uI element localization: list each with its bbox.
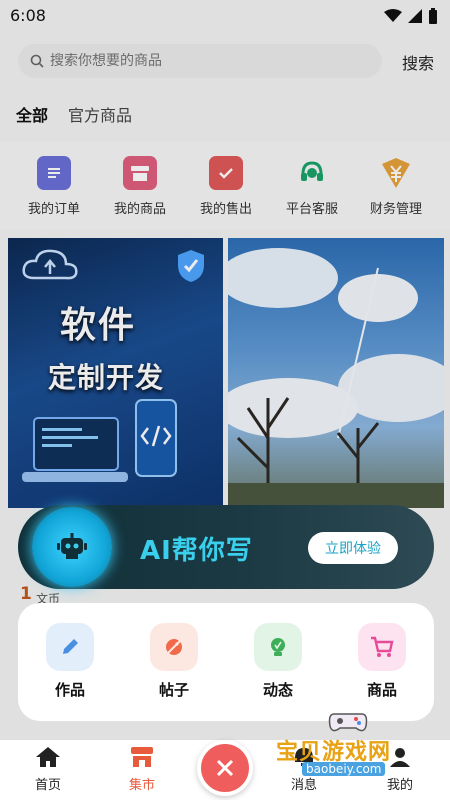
nav-home[interactable]: 首页 [18, 746, 78, 793]
nav-label: 首页 [34, 778, 61, 793]
market-icon [131, 747, 153, 767]
create-label: 帖子 [158, 681, 189, 699]
robot-icon [57, 533, 87, 559]
cart-icon [358, 623, 406, 671]
close-icon [216, 759, 234, 777]
try-now-button[interactable]: 立即体验 [308, 532, 398, 564]
market-page: 6:08 搜索 全部 官方商品 我的订单 我的商品 [0, 0, 450, 800]
home-icon [36, 747, 60, 767]
watermark: 宝贝游戏网 baobeiy.com [270, 708, 420, 788]
create-label: 商品 [366, 681, 397, 699]
create-label: 作品 [54, 681, 85, 699]
ai-banner-title: AI帮你写 [140, 536, 253, 566]
create-product[interactable]: 商品 [342, 623, 422, 700]
tag-icon [150, 623, 198, 671]
close-create-menu-button[interactable] [197, 740, 253, 796]
ai-write-banner[interactable]: AI帮你写 立即体验 [18, 505, 434, 589]
gamepad-icon [328, 713, 368, 732]
pencil-icon [46, 623, 94, 671]
create-label: 动态 [262, 681, 293, 699]
create-menu: 作品 帖子 动态 商品 [18, 603, 434, 721]
create-post[interactable]: 帖子 [134, 623, 214, 700]
ai-avatar [32, 507, 112, 587]
nav-label: 集市 [128, 778, 155, 793]
lightbulb-icon [254, 623, 302, 671]
watermark-url: baobeiy.com [302, 762, 386, 776]
create-work[interactable]: 作品 [30, 623, 110, 700]
nav-market[interactable]: 集市 [112, 746, 172, 793]
create-moment[interactable]: 动态 [238, 623, 318, 700]
